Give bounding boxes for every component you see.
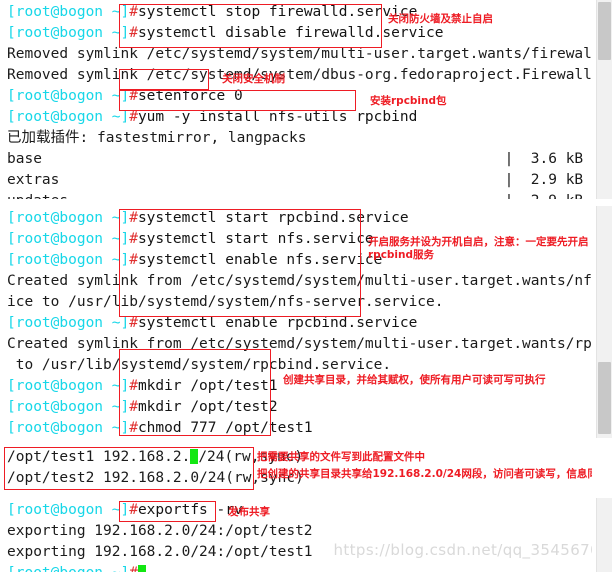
command-text: yum -y install nfs-utils rpcbind [137, 109, 418, 125]
annotation-exports-file: 把需要共享的文件写到此配置文件中 [257, 451, 425, 463]
prompt-hash: # [129, 25, 138, 41]
prompt-hash: # [129, 210, 138, 226]
prompt-hash: # [129, 420, 138, 436]
terminal-line: [root@bogon ~]#mkdir /opt/test2 [7, 397, 592, 418]
shell-prompt: [root@bogon ~] [7, 502, 130, 518]
terminal-block-exportfs: [root@bogon ~]#exportfs -rv exporting 19… [0, 498, 592, 572]
shell-prompt: [root@bogon ~] [7, 88, 130, 104]
prompt-hash: # [129, 565, 138, 572]
command-text: chmod 777 /opt/test1 [137, 420, 313, 436]
shell-prompt: [root@bogon ~] [7, 4, 130, 20]
shell-prompt: [root@bogon ~] [7, 25, 130, 41]
terminal-output-line: Created symlink from /etc/systemd/system… [7, 273, 592, 289]
terminal-line-active: [root@bogon ~]# [7, 563, 592, 572]
shell-prompt: [root@bogon ~] [7, 378, 130, 394]
command-text: systemctl stop firewalld.service [137, 4, 418, 20]
prompt-hash: # [129, 315, 138, 331]
command-text: systemctl enable rpcbind.service [137, 315, 418, 331]
terminal-line: [root@bogon ~]#systemctl disable firewal… [7, 23, 592, 44]
annotation-selinux: 关闭安全机制 [222, 73, 285, 85]
command-text: mkdir /opt/test2 [137, 399, 278, 415]
terminal-output-line: Removed symlink /etc/systemd/system/dbus… [7, 67, 592, 83]
watermark-text: https://blog.csdn.net/qq_35456705 [333, 541, 610, 559]
command-text: systemctl start nfs.service [137, 231, 374, 247]
annotation-rpcbind-install: 安装rpcbind包 [370, 95, 447, 107]
prompt-hash: # [129, 231, 138, 247]
scrollbar-thumb-2[interactable] [598, 362, 611, 434]
scrollbar-track-3[interactable] [596, 498, 612, 572]
shell-prompt: [root@bogon ~] [7, 315, 130, 331]
command-text: exportfs -rv [137, 502, 243, 518]
annotation-publish-share: 发布共享 [228, 506, 270, 518]
prompt-hash: # [129, 502, 138, 518]
terminal-line: [root@bogon ~]#setenforce 0 [7, 86, 592, 107]
shell-prompt: [root@bogon ~] [7, 109, 130, 125]
shell-prompt: [root@bogon ~] [7, 210, 130, 226]
command-text: systemctl enable nfs.service [137, 252, 383, 268]
terminal-output-line: exporting 192.168.2.0/24:/opt/test2 [7, 523, 313, 539]
shell-prompt: [root@bogon ~] [7, 399, 130, 415]
screenshot-root: [root@bogon ~]#systemctl stop firewalld.… [0, 0, 614, 572]
shell-prompt: [root@bogon ~] [7, 420, 130, 436]
terminal-output-line: extras | 2.9 kB 00:00 [7, 172, 584, 188]
scrollbar-thumb-1[interactable] [598, 2, 611, 60]
prompt-hash: # [129, 399, 138, 415]
terminal-line: [root@bogon ~]#systemctl start rpcbind.s… [7, 208, 592, 229]
command-text: mkdir /opt/test1 [137, 378, 278, 394]
prompt-hash: # [129, 252, 138, 268]
command-text: systemctl start rpcbind.service [137, 210, 409, 226]
terminal-cursor [137, 565, 146, 572]
terminal-line: [root@bogon ~]#exportfs -rv [7, 500, 592, 521]
shell-prompt: [root@bogon ~] [7, 231, 130, 247]
shell-prompt: [root@bogon ~] [7, 252, 130, 268]
terminal-output-line: to /usr/lib/systemd/system/rpcbind.servi… [7, 357, 392, 373]
terminal-block-firewall-yum: [root@bogon ~]#systemctl stop firewalld.… [0, 0, 592, 199]
command-text: setenforce 0 [137, 88, 243, 104]
annotation-firewall: 关闭防火墙及禁止自启 [388, 13, 493, 25]
annotation-create-dirs: 创建共享目录，并给其赋权，使所有用户可读可写可执行 [283, 374, 546, 386]
terminal-line: [root@bogon ~]#chmod 777 /opt/test1 [7, 418, 592, 438]
prompt-hash: # [129, 4, 138, 20]
command-text: systemctl disable firewalld.service [137, 25, 444, 41]
terminal-output-line: ice to /usr/lib/systemd/system/nfs-serve… [7, 294, 444, 310]
terminal-line: [root@bogon ~]#yum -y install nfs-utils … [7, 107, 592, 128]
terminal-output-line: base | 3.6 kB 00:00 [7, 151, 584, 167]
prompt-hash: # [129, 88, 138, 104]
prompt-hash: # [129, 109, 138, 125]
shell-prompt: [root@bogon ~] [7, 565, 129, 572]
terminal-output-line: Removed symlink /etc/systemd/system/mult… [7, 46, 592, 62]
prompt-hash: # [129, 378, 138, 394]
annotation-enable-services: 开启服务并设为开机自启，注意：一定要先开启 rpcbind服务 [368, 236, 589, 261]
terminal-line: [root@bogon ~]#systemctl enable rpcbind.… [7, 313, 592, 334]
terminal-output-line: Created symlink from /etc/systemd/system… [7, 336, 592, 352]
terminal-line: [root@bogon ~]#systemctl stop firewalld.… [7, 2, 592, 23]
terminal-output-line: updates | 2.9 kB 00:00 [7, 191, 592, 199]
exports-line-pre: /opt/test1 192.168.2. [7, 449, 191, 465]
annotation-exports-network: 把创建的共享目录共享给192.168.2.0/24网段，访问者可读写，信息同步 [257, 468, 609, 480]
terminal-output-line: 已加载插件: fastestmirror, langpacks [7, 130, 307, 146]
